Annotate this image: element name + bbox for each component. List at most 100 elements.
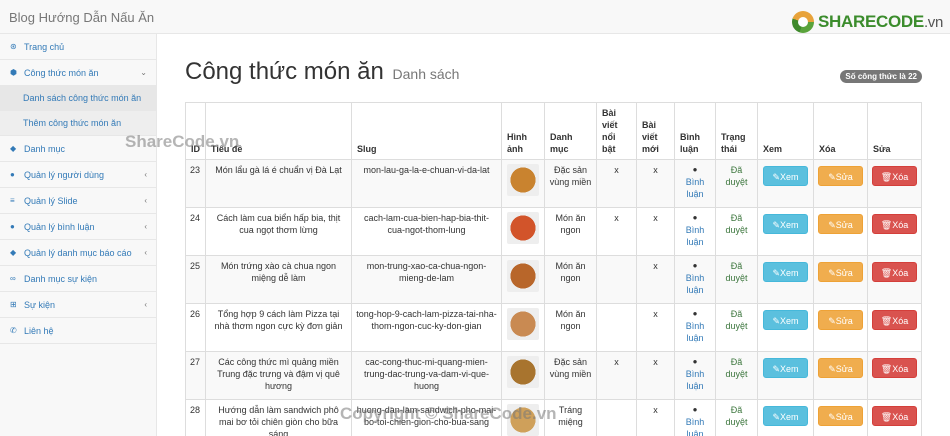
sidebar-item-0[interactable]: ⊛ Trang chủ [0,34,156,60]
cell-title: Cách làm cua biển hấp bia, thịt cua ngọt… [205,207,352,256]
logo-suffix-text: .vn [923,14,944,31]
cell-comments: ● Bình luận [674,159,716,208]
cell-status: Đã duyệt [715,255,758,304]
sidebar-item-label: Quản lý người dùng [24,169,104,180]
sidebar-item-2[interactable]: Danh sách công thức món ăn [0,86,156,111]
edit-button[interactable]: ✎Sửa [818,214,863,234]
edit-button[interactable]: ✎Sửa [818,166,863,186]
cell-view: ✎Xem [757,351,814,400]
chevron-left-icon: ‹ [144,300,147,309]
tags-icon: ◆ [10,248,17,257]
delete-button[interactable]: 🗑Xóa [872,166,917,186]
table-row: 28 Hướng dẫn làm sandwich phô mai bơ tỏi… [185,399,922,436]
cell-view: ✎Xem [757,303,814,352]
comments-link[interactable]: Bình luận [686,225,705,247]
sidebar-item-11[interactable]: ✆ Liên hệ [0,318,156,344]
edit-button[interactable]: ✎Sửa [818,358,863,378]
cell-comments: ● Bình luận [674,207,716,256]
view-button[interactable]: ✎Xem [763,358,808,378]
cell-new: x [636,159,675,208]
cell-title: Hướng dẫn làm sandwich phô mai bơ tỏi ch… [205,399,352,436]
chevron-left-icon: ‹ [144,222,147,231]
delete-button[interactable]: 🗑Xóa [872,406,917,426]
cell-image [501,351,545,400]
brand-title[interactable]: Blog Hướng Dẫn Nấu Ăn [9,10,154,25]
cell-featured [596,303,637,352]
cell-title: Các công thức mì quảng miền Trung đặc tr… [205,351,352,400]
cell-id: 27 [185,351,206,400]
chevron-left-icon: ‹ [144,248,147,257]
cell-title: Món trứng xào cà chua ngon miệng dễ làm [205,255,352,304]
recipe-thumbnail [507,164,539,196]
cell-id: 23 [185,159,206,208]
cell-comments: ● Bình luận [674,351,716,400]
link-icon: ∞ [10,274,16,283]
edit-button[interactable]: ✎Sửa [818,406,863,426]
sidebar-item-3[interactable]: Thêm công thức món ăn [0,111,156,136]
view-button[interactable]: ✎Xem [763,310,808,330]
comments-link[interactable]: Bình luận [686,321,705,343]
comment-icon: ● [692,165,698,174]
cell-view: ✎Xem [757,159,814,208]
pencil-icon: ✎ [772,268,781,278]
sidebar-item-7[interactable]: ● Quản lý bình luận ‹ [0,214,156,240]
column-header: Bình luận [674,102,716,160]
cell-image [501,207,545,256]
cell-featured [596,399,637,436]
users-icon: ● [10,170,15,179]
main-content: Công thức món ăn Danh sách Số công thức … [157,34,950,436]
delete-button[interactable]: 🗑Xóa [872,358,917,378]
sidebar-item-4[interactable]: ◆ Danh mục [0,136,156,162]
sidebar-item-1[interactable]: ⬢ Công thức món ăn ⌄ [0,60,156,86]
view-button[interactable]: ✎Xem [763,166,808,186]
table-row: 27 Các công thức mì quảng miền Trung đặc… [185,351,922,400]
cell-view: ✎Xem [757,207,814,256]
pencil-icon: ✎ [828,364,836,374]
cell-featured: x [596,351,637,400]
sidebar-item-label: Danh mục [24,143,66,154]
chevron-left-icon: ‹ [144,196,147,205]
comments-link[interactable]: Bình luận [686,177,705,199]
sidebar-item-6[interactable]: ≡ Quản lý Slide ‹ [0,188,156,214]
edit-button[interactable]: ✎Sửa [818,310,863,330]
delete-button[interactable]: 🗑Xóa [872,262,917,282]
comment-icon: ● [692,213,698,222]
cell-new: x [636,207,675,256]
comments-link[interactable]: Bình luận [686,273,705,295]
sidebar-item-9[interactable]: ∞ Danh mục sự kiện [0,266,156,292]
cell-featured [596,255,637,304]
cell-id: 26 [185,303,206,352]
chevron-left-icon: ‹ [144,170,147,179]
view-button[interactable]: ✎Xem [763,262,808,282]
sidebar-item-10[interactable]: ⊞ Sự kiện ‹ [0,292,156,318]
column-header: Xem [757,102,814,160]
column-header: Sửa [867,102,922,160]
table-row: 25 Món trứng xào cà chua ngon miệng dễ l… [185,255,922,304]
table-row: 24 Cách làm cua biển hấp bia, thịt cua n… [185,207,922,256]
cell-title: Tổng hợp 9 cách làm Pizza tại nhà thơm n… [205,303,352,352]
cell-image [501,399,545,436]
cell-category: Món ăn ngon [544,303,597,352]
cell-comments: ● Bình luận [674,399,716,436]
cell-category: Tráng miệng [544,399,597,436]
comments-link[interactable]: Bình luận [686,369,705,391]
sidebar-item-5[interactable]: ● Quản lý người dùng ‹ [0,162,156,188]
trash-icon: 🗑 [880,220,893,230]
cell-edit: ✎Sửa [813,399,868,436]
sidebar-item-label: Danh sách công thức món ăn [23,93,142,103]
cell-delete: 🗑Xóa [867,303,922,352]
cell-slug: cach-lam-cua-bien-hap-bia-thit-cua-ngot-… [351,207,502,256]
cell-slug: huong-dan-lam-sandwich-pho-mai-bo-toi-ch… [351,399,502,436]
cell-delete: 🗑Xóa [867,255,922,304]
comments-link[interactable]: Bình luận [686,417,705,436]
trash-icon: 🗑 [880,412,893,422]
recipe-thumbnail [507,308,539,340]
delete-button[interactable]: 🗑Xóa [872,310,917,330]
view-button[interactable]: ✎Xem [763,214,808,234]
edit-button[interactable]: ✎Sửa [818,262,863,282]
sidebar-item-label: Liên hệ [24,325,54,336]
delete-button[interactable]: 🗑Xóa [872,214,917,234]
view-button[interactable]: ✎Xem [763,406,808,426]
sidebar-item-8[interactable]: ◆ Quản lý danh mục báo cáo ‹ [0,240,156,266]
column-header: Danh mục [544,102,597,160]
